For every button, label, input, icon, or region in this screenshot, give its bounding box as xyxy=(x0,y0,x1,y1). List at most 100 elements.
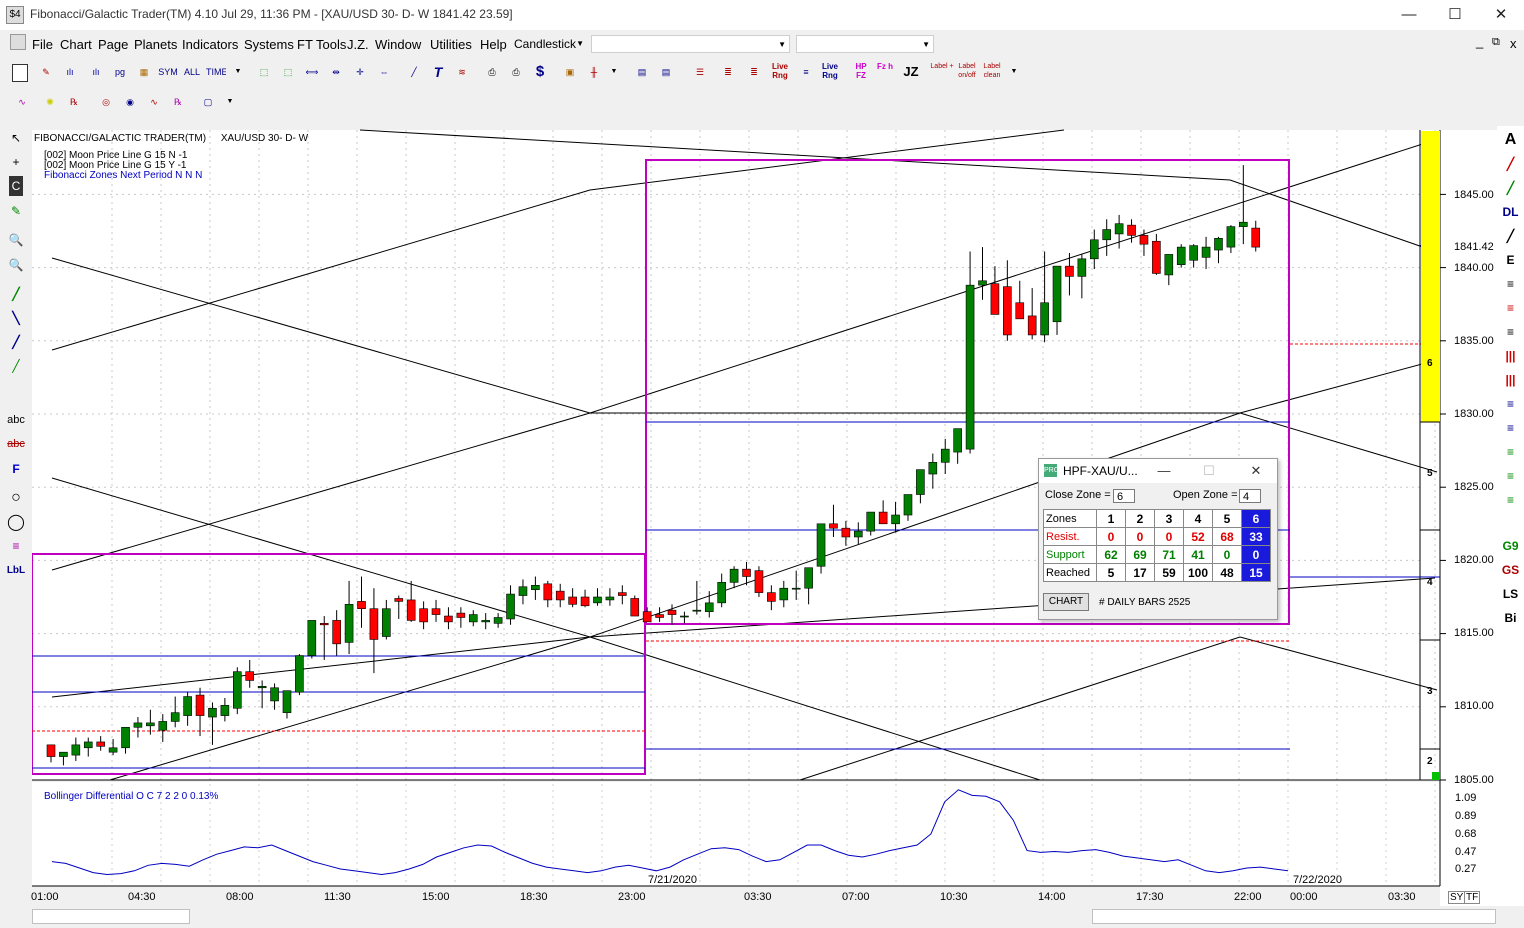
fz-h-button[interactable]: Fz h xyxy=(874,62,896,82)
menu-jz[interactable]: J.Z. xyxy=(347,37,369,52)
menu-window[interactable]: Window xyxy=(375,37,421,52)
jz-button[interactable]: JZ xyxy=(900,62,922,82)
move-icon[interactable]: ✛ xyxy=(350,62,370,82)
open-zone-field[interactable]: 4 xyxy=(1239,489,1261,503)
symbol-combo[interactable]: ▼ xyxy=(591,35,790,53)
all-button[interactable]: ALL xyxy=(182,62,202,82)
planet-r-icon[interactable]: ℞ xyxy=(168,92,188,112)
e-tool[interactable]: E xyxy=(1499,250,1522,270)
zoom-out-icon[interactable]: ⬚ xyxy=(278,62,298,82)
cursor-tool[interactable]: C xyxy=(9,176,23,196)
layers-icon[interactable]: ≋ xyxy=(452,62,472,82)
levels-tool[interactable]: ≡ xyxy=(5,536,27,556)
zoom-out-tool[interactable]: 🔍 xyxy=(5,255,27,275)
text-icon[interactable]: T xyxy=(428,62,448,82)
stair2-tool[interactable]: ≡ xyxy=(1499,418,1522,438)
print-preview-icon[interactable]: ⎙ xyxy=(506,62,526,82)
expand-icon[interactable]: ⟺ xyxy=(302,62,322,82)
time-button[interactable]: TIME xyxy=(206,62,226,82)
label-tool[interactable]: LbL xyxy=(5,561,27,581)
menu-indicators[interactable]: Indicators xyxy=(182,37,238,52)
close-zone-field[interactable]: 6 xyxy=(1113,489,1135,503)
line-green-tool[interactable]: ╱ xyxy=(1499,178,1522,198)
zoom-tool[interactable]: 🔍 xyxy=(5,230,27,250)
pen-icon[interactable]: ╱ xyxy=(404,62,424,82)
window-icon[interactable]: ▤ xyxy=(632,62,652,82)
chevron-down-icon[interactable]: ▼ xyxy=(228,62,248,82)
grid-lines-tool[interactable]: ≡ xyxy=(1499,274,1522,294)
zoom-in-icon[interactable]: ⬚ xyxy=(254,62,274,82)
ohlc-icon[interactable]: ılı xyxy=(86,62,106,82)
menu-utilities[interactable]: Utilities xyxy=(430,37,472,52)
mdi-doc-icon[interactable] xyxy=(10,34,26,50)
indicator-icon[interactable]: ▣ xyxy=(560,62,580,82)
chart-type-select[interactable]: Candlestick ▼ xyxy=(511,35,587,53)
scroll-icon[interactable]: ⇔ xyxy=(374,62,394,82)
minimize-button[interactable]: — xyxy=(1386,0,1432,30)
menu-systems[interactable]: Systems xyxy=(244,37,294,52)
ellipse-tool[interactable]: ◯ xyxy=(5,513,27,533)
fan-green2-tool[interactable]: ≡ xyxy=(1499,466,1522,486)
label-add-button[interactable]: Label + xyxy=(930,62,954,82)
g9-tool[interactable]: G9 xyxy=(1499,536,1522,556)
menu-lines-icon[interactable]: ☰ xyxy=(690,62,710,82)
hp-fz-button[interactable]: HP FZ xyxy=(850,62,872,82)
ray-tool[interactable]: ╱ xyxy=(5,332,27,352)
chevron-down-icon[interactable]: ▼ xyxy=(604,62,624,82)
menu-help[interactable]: Help xyxy=(480,37,507,52)
window-tile-icon[interactable]: ▤ xyxy=(656,62,676,82)
crosshair-tool[interactable]: + xyxy=(5,152,27,172)
period-combo[interactable]: ▼ xyxy=(796,35,934,53)
cycles-icon[interactable]: ∿ xyxy=(144,92,164,112)
popup-close-button[interactable]: ✕ xyxy=(1241,461,1271,481)
close-button[interactable]: ✕ xyxy=(1478,0,1524,30)
chart-button[interactable]: CHART xyxy=(1043,593,1089,611)
sym-button[interactable]: SYM xyxy=(158,62,178,82)
menu-file[interactable]: File xyxy=(32,37,53,52)
pointer-tool[interactable]: ↖ xyxy=(5,128,27,148)
bar-chart-icon[interactable]: ılı xyxy=(60,62,80,82)
menu-page[interactable]: Page xyxy=(98,37,128,52)
horizontal-scrollbar-left[interactable] xyxy=(32,909,190,924)
circle-tool[interactable]: ○ xyxy=(5,488,27,508)
chevron-down-icon[interactable]: ▼ xyxy=(220,92,240,112)
maximize-button[interactable]: ☐ xyxy=(1432,0,1478,30)
vertical-lines-tool[interactable]: ||| xyxy=(1499,346,1522,366)
popup-maximize-button[interactable]: ☐ xyxy=(1194,461,1224,481)
mdi-minimize-button[interactable]: _ xyxy=(1476,34,1483,49)
wheel-icon[interactable]: ◉ xyxy=(120,92,140,112)
candle-icon[interactable]: ╫ xyxy=(584,62,604,82)
popup-minimize-button[interactable]: — xyxy=(1149,461,1179,481)
fan-green-tool[interactable]: ≡ xyxy=(1499,442,1522,462)
ls-tool[interactable]: LS xyxy=(1499,584,1522,604)
sy-button[interactable]: SY xyxy=(1448,891,1466,904)
lines-icon[interactable]: ≡ xyxy=(796,62,816,82)
live-range-button[interactable]: Live Rng xyxy=(768,62,792,82)
fan-green3-tool[interactable]: ≡ xyxy=(1499,490,1522,510)
vertical-lines2-tool[interactable]: ||| xyxy=(1499,370,1522,390)
tf-button[interactable]: TF xyxy=(1464,891,1481,904)
text-a-tool[interactable]: A xyxy=(1499,130,1522,150)
red-lines-tool[interactable]: ≡ xyxy=(1499,298,1522,318)
text-tool[interactable]: abc xyxy=(5,410,27,430)
menu-planets[interactable]: Planets xyxy=(134,37,177,52)
fan-tool[interactable]: ╱ xyxy=(5,356,27,376)
grid-icon[interactable]: ▦ xyxy=(134,62,154,82)
label-clean-button[interactable]: Label clean xyxy=(980,62,1004,82)
angle-tool[interactable]: ╱ xyxy=(1499,226,1522,246)
mdi-close-button[interactable]: x xyxy=(1510,36,1517,51)
sun-icon[interactable]: ✺ xyxy=(40,92,60,112)
compress-icon[interactable]: ⇹ xyxy=(326,62,346,82)
bi-tool[interactable]: Bi xyxy=(1499,608,1522,628)
line-red-tool[interactable]: ╱ xyxy=(1499,154,1522,174)
edit-chart-icon[interactable]: ✎ xyxy=(36,62,56,82)
trendline-tool[interactable]: ╱ xyxy=(5,284,27,304)
fib-tool[interactable]: F xyxy=(5,459,27,479)
dollar-icon[interactable]: $ xyxy=(530,62,550,82)
zones-icon[interactable]: ≣ xyxy=(718,62,738,82)
retrograde-icon[interactable]: ℞ xyxy=(64,92,84,112)
zones2-icon[interactable]: ≣ xyxy=(744,62,764,82)
gs-tool[interactable]: GS xyxy=(1499,560,1522,580)
box-icon[interactable]: ▢ xyxy=(198,92,218,112)
menu-chart[interactable]: Chart xyxy=(60,37,92,52)
